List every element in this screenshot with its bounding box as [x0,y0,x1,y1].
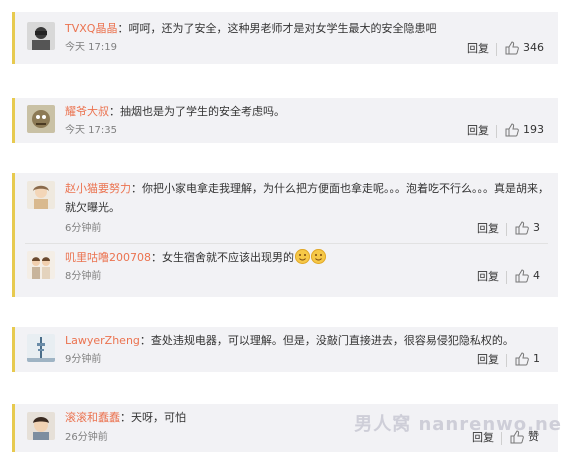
thumbs-up-icon [505,41,519,55]
comment-author[interactable]: LawyerZheng [65,334,140,347]
comment-text: 滚滚和蠢蠢：天呀，可怕 [65,411,186,424]
reply-button[interactable]: 回复 [467,42,489,56]
comment-text: LawyerZheng：查处违规电器，可以理解。但是，没敲门直接进去，很容易侵犯… [65,334,514,347]
comment-text: 耀爷大叔：抽烟也是为了学生的安全考虑吗。 [65,105,285,118]
comment-time: 今天 17:35 [65,125,117,136]
like-button[interactable]: 193 [505,123,555,139]
divider [496,43,497,56]
divider [496,125,497,138]
divider [506,354,507,367]
like-button[interactable]: 346 [505,41,555,57]
sub-comment-text: 叽里咕噜200708：女生宿舍就不应该出现男的 [65,249,326,266]
divider [506,271,507,284]
thumbs-up-icon [515,269,529,283]
comment-card: TVXQ晶晶：呵呵，还为了安全，这种男老师才是对女学生最大的安全隐患吧 今天 1… [12,12,558,64]
comment-time: 6分钟前 [65,223,102,234]
thumbs-up-icon [515,221,529,235]
comment-author[interactable]: 叽里咕噜200708 [65,251,151,264]
like-count: 346 [523,41,544,54]
reply-button[interactable]: 回复 [477,222,499,236]
comment-time: 8分钟前 [65,271,102,282]
reply-button[interactable]: 回复 [467,124,489,138]
comment-time: 9分钟前 [65,354,102,365]
divider [506,223,507,236]
comment-card: 赵小猫要努力：你把小家电拿走我理解，为什么把方便面也拿走呢。。。泡着吃不行么。。… [12,173,558,297]
comment-author[interactable]: 滚滚和蠢蠢 [65,411,120,424]
comment-author[interactable]: 赵小猫要努力 [65,182,131,195]
like-button[interactable]: 1 [515,352,555,368]
like-count: 4 [533,269,540,282]
avatar[interactable] [27,251,55,279]
sub-reply-divider [25,243,548,244]
reply-button[interactable]: 回复 [477,270,499,284]
comment-author[interactable]: 耀爷大叔 [65,105,109,118]
emoji-icon [311,249,326,264]
like-button[interactable]: 4 [515,269,555,285]
thumbs-up-icon [505,123,519,137]
avatar[interactable] [27,105,55,133]
comment-text: TVXQ晶晶：呵呵，还为了安全，这种男老师才是对女学生最大的安全隐患吧 [65,22,437,35]
like-count: 1 [533,352,540,365]
like-button[interactable]: 3 [515,221,555,237]
emoji-icon [295,249,310,264]
comment-text: 赵小猫要努力：你把小家电拿走我理解，为什么把方便面也拿走呢。。。泡着吃不行么。。… [65,182,549,214]
comment-time: 26分钟前 [65,432,108,443]
like-count: 3 [533,221,540,234]
like-count: 193 [523,123,544,136]
comment-author[interactable]: TVXQ晶晶 [65,22,117,35]
comment-card: 耀爷大叔：抽烟也是为了学生的安全考虑吗。 今天 17:35 回复 193 [12,98,558,143]
reply-button[interactable]: 回复 [477,353,499,367]
comment-time: 今天 17:19 [65,42,117,53]
avatar[interactable] [27,22,55,50]
watermark: 男人窝 nanrenwo.ne [354,414,562,435]
comment-card: LawyerZheng：查处违规电器，可以理解。但是，没敲门直接进去，很容易侵犯… [12,327,558,372]
avatar[interactable] [27,412,55,440]
avatar[interactable] [27,181,55,209]
thumbs-up-icon [515,352,529,366]
avatar[interactable] [27,334,55,362]
